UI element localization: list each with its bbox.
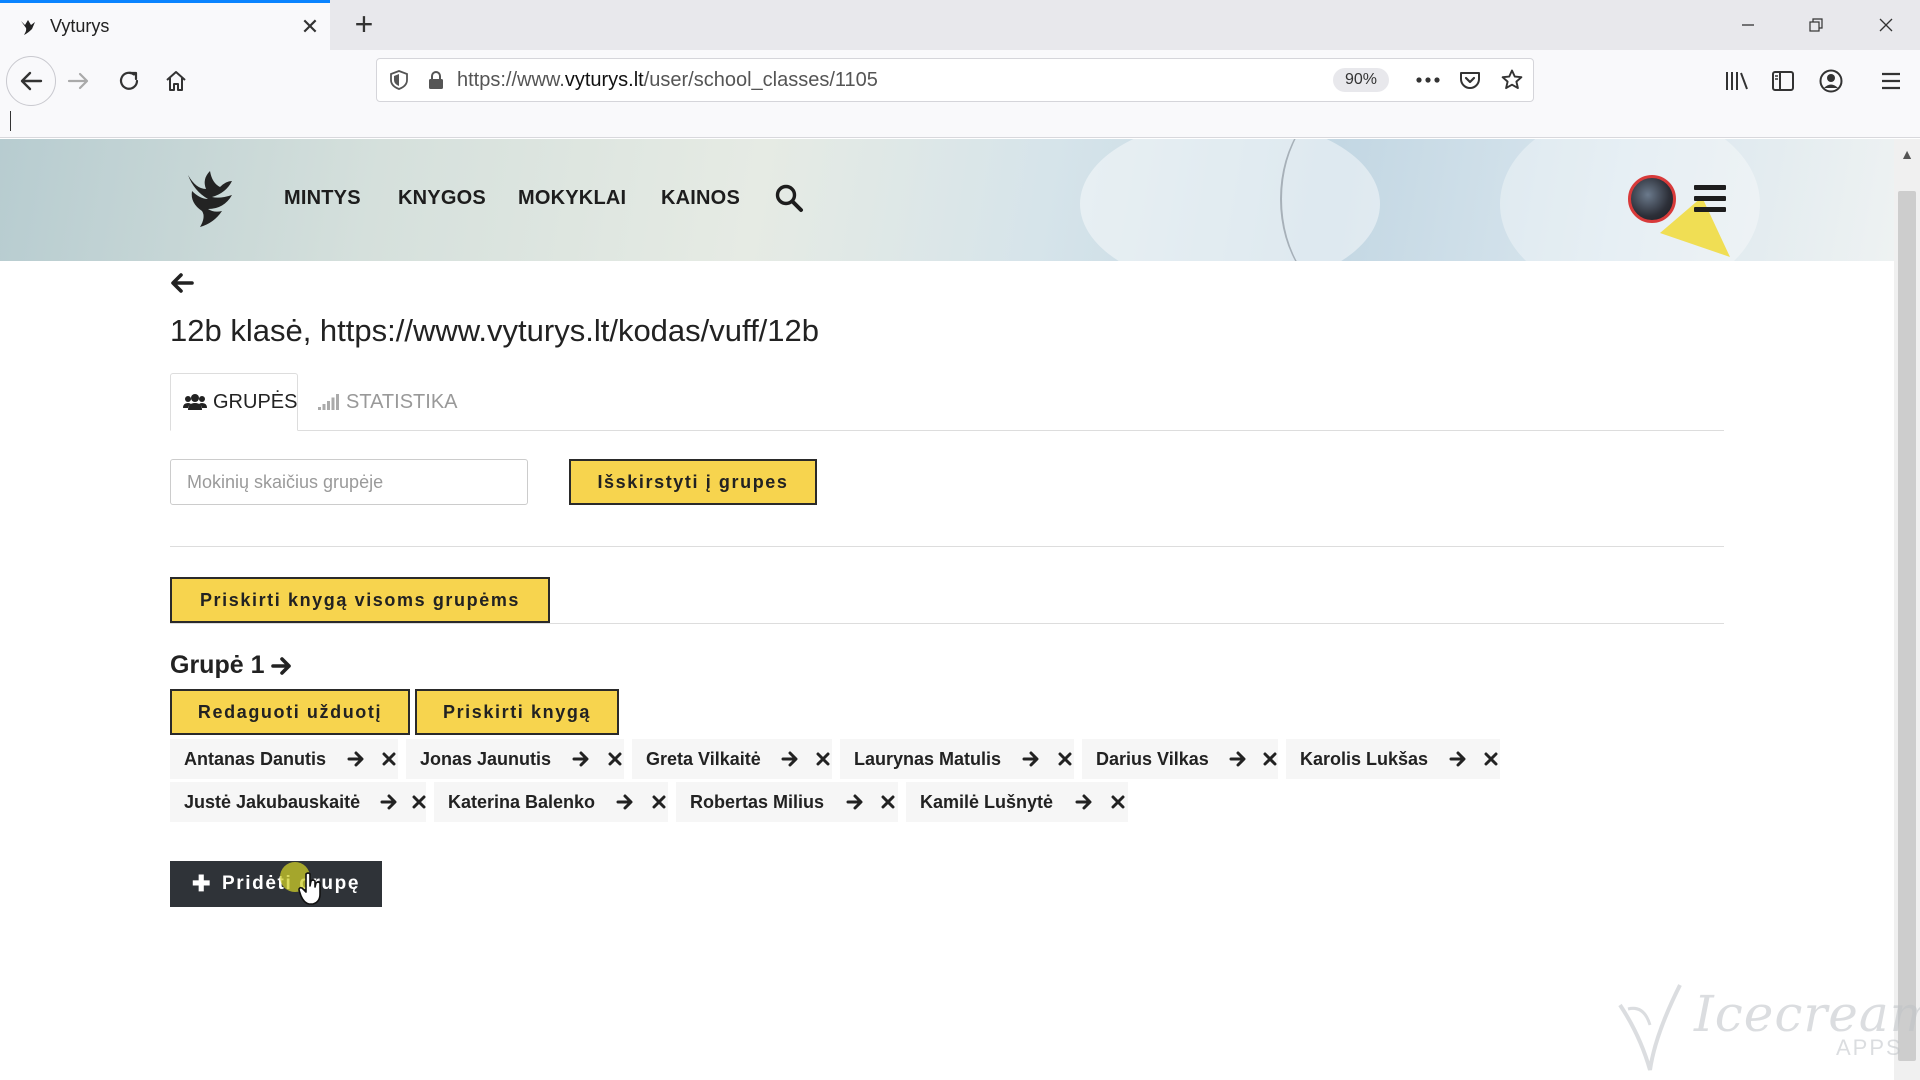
page-scrollbar[interactable]: ▲ [1894,139,1920,1080]
pocket-icon[interactable] [1449,59,1491,101]
student-chip: Jonas Jaunutis [406,739,624,779]
browser-reload-icon[interactable] [108,60,150,102]
move-student-arrow-icon[interactable] [1229,750,1247,768]
browser-menu-icon[interactable] [1870,60,1912,102]
remove-student-x-icon[interactable] [605,752,624,766]
students-per-group-input[interactable] [170,459,528,505]
tab-grupes[interactable]: GRUPĖS [170,373,298,431]
page-title: 12b klasė, https://www.vyturys.lt/kodas/… [170,313,820,348]
tracking-shield-icon[interactable] [377,58,421,102]
add-group-button[interactable]: ✚ Pridėti grupę [170,861,382,907]
browser-tab-active[interactable]: Vyturys ✕ [0,0,330,50]
watermark-logo-icon [1618,984,1682,1071]
nav-link-mintys[interactable]: MINTYS [284,187,361,210]
window-minimize-icon[interactable] [1714,0,1782,50]
move-student-arrow-icon[interactable] [844,793,865,811]
back-arrow-icon[interactable] [170,271,194,295]
tab-close-icon[interactable]: ✕ [290,7,330,47]
site-header: MINTYS KNYGOS MOKYKLAI KAINOS [0,139,1894,261]
move-student-arrow-icon[interactable] [571,750,591,768]
student-chip: Antanas Danutis [170,739,398,779]
remove-student-x-icon[interactable] [1261,752,1278,766]
remove-student-x-icon[interactable] [814,752,832,766]
browser-back-icon[interactable] [6,56,56,106]
browser-forward-icon[interactable] [58,60,100,102]
page-tabs: GRUPĖS STATISTIKA [170,373,1724,431]
move-student-arrow-icon[interactable] [1448,750,1468,768]
remove-student-x-icon[interactable] [380,752,398,766]
student-chip: Darius Vilkas [1082,739,1278,779]
site-logo-icon[interactable] [182,167,238,231]
watermark-subtext: APPS [1836,1035,1903,1060]
student-chip: Greta Vilkaitė [632,739,832,779]
assign-book-all-groups-button[interactable]: Priskirti knygą visoms grupėms [170,577,550,623]
page-actions-more-icon[interactable] [1407,59,1449,101]
remove-student-x-icon[interactable] [1482,752,1500,766]
move-student-arrow-icon[interactable] [1073,793,1094,811]
page-viewport: MINTYS KNYGOS MOKYKLAI KAINOS 12b klasė,… [0,139,1894,1080]
scrollbar-thumb[interactable] [1898,191,1916,1061]
remove-student-x-icon[interactable] [1109,795,1129,809]
site-menu-hamburger-icon[interactable] [1694,185,1726,213]
remove-student-x-icon[interactable] [412,795,426,809]
plus-icon: ✚ [191,871,213,896]
student-chip: Karolis Lukšas [1286,739,1500,779]
nav-link-knygos[interactable]: KNYGOS [398,187,486,210]
remove-student-x-icon[interactable] [879,795,898,809]
scroll-up-arrow-icon[interactable]: ▲ [1894,139,1920,169]
group-title[interactable]: Grupė 1 [170,651,294,680]
student-chip: Robertas Milius [676,782,898,822]
browser-tab-bar: Vyturys ✕ + [0,0,1920,50]
signal-bars-icon [318,394,340,410]
arrow-right-icon [271,656,292,675]
move-student-arrow-icon[interactable] [1021,750,1041,768]
tab-statistika[interactable]: STATISTIKA [306,373,470,431]
move-student-arrow-icon[interactable] [615,793,635,811]
watermark: Icecream APPS [1610,975,1920,1075]
text-caret [10,111,11,131]
users-icon [183,393,207,411]
zoom-level-badge[interactable]: 90% [1332,68,1389,92]
student-chip: Katerina Balenko [434,782,668,822]
assign-book-button[interactable]: Priskirti knygą [415,689,619,735]
student-chip: Laurynas Matulis [840,739,1074,779]
address-bar[interactable]: https://www.vyturys.lt/user/school_class… [376,58,1534,102]
header-art-stroke [1280,139,1420,261]
tab-grupes-label: GRUPĖS [213,390,298,413]
library-icon[interactable] [1716,60,1758,102]
move-student-arrow-icon[interactable] [380,793,398,811]
section-divider [170,623,1724,624]
bookmark-star-icon[interactable] [1491,59,1533,101]
browser-tab-title: Vyturys [50,16,110,36]
url-text[interactable]: https://www.vyturys.lt/user/school_class… [457,69,1333,92]
nav-link-mokyklai[interactable]: MOKYKLAI [518,187,626,210]
site-favicon-icon [21,19,35,35]
window-close-icon[interactable] [1852,0,1920,50]
section-divider [170,546,1724,547]
window-restore-icon[interactable] [1782,0,1850,50]
sidebar-toggle-icon[interactable] [1762,60,1804,102]
nav-link-kainos[interactable]: KAINOS [661,187,740,210]
search-icon[interactable] [774,183,804,213]
student-chip: Kamilė Lušnytė [906,782,1128,822]
lock-icon[interactable] [421,58,451,102]
tab-statistika-label: STATISTIKA [346,390,458,413]
student-chip: Justė Jakubauskaitė [170,782,426,822]
split-into-groups-button[interactable]: Išskirstyti į grupes [569,459,817,505]
edit-task-button[interactable]: Redaguoti užduotį [170,689,410,735]
remove-student-x-icon[interactable] [649,795,668,809]
move-student-arrow-icon[interactable] [781,750,801,768]
account-icon[interactable] [1810,60,1852,102]
new-tab-plus-icon[interactable]: + [346,6,382,42]
remove-student-x-icon[interactable] [1055,752,1074,766]
move-student-arrow-icon[interactable] [346,750,366,768]
user-avatar[interactable] [1628,175,1676,223]
browser-nav-bar: https://www.vyturys.lt/user/school_class… [0,50,1920,138]
hand-cursor-icon [298,872,321,905]
browser-home-icon[interactable] [155,60,197,102]
